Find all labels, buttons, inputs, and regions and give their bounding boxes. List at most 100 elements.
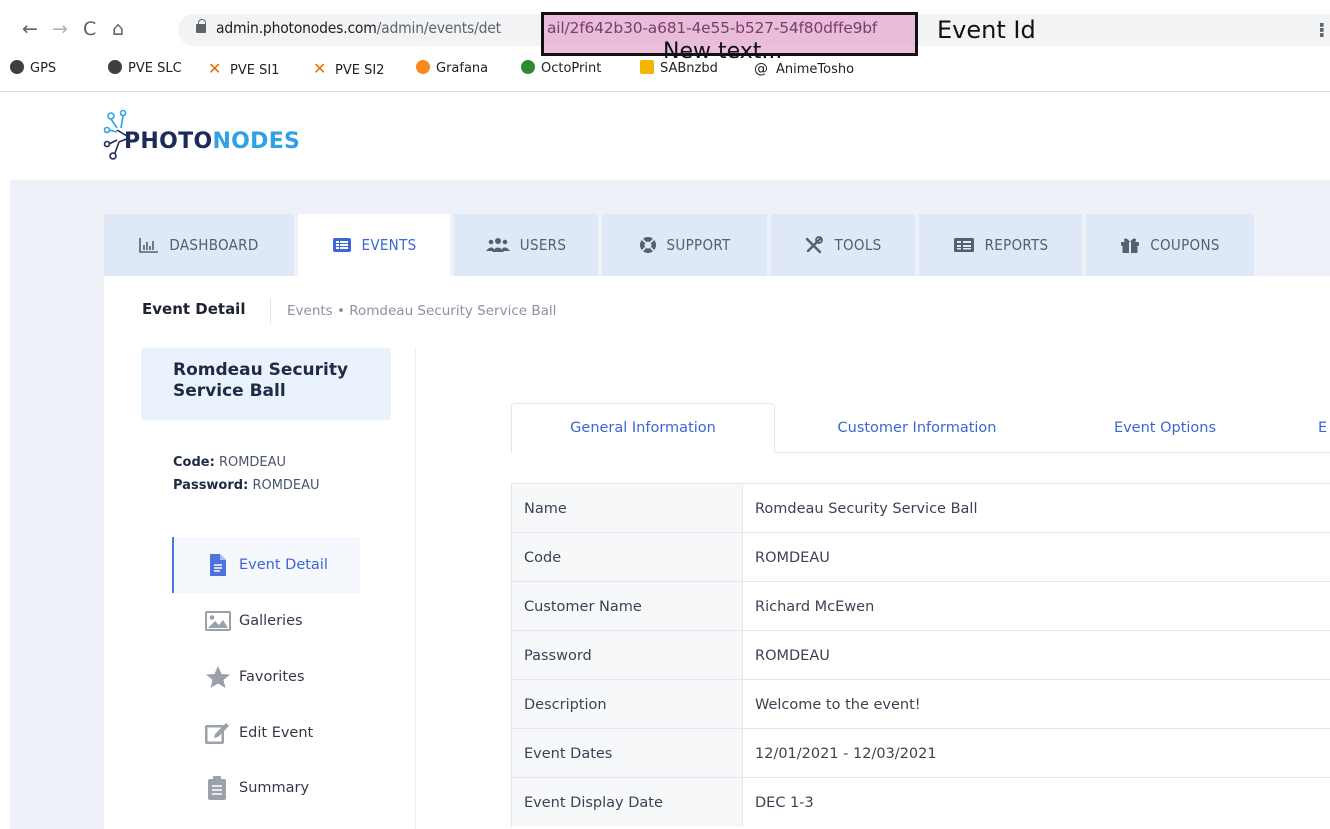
proxmox-icon: ✕ (208, 59, 222, 78)
tab-users[interactable]: USERS (454, 214, 598, 276)
bookmark-label: PVE SI1 (230, 63, 280, 78)
octoprint-icon (521, 60, 535, 74)
sidebar-item-summary[interactable]: Summary (205, 774, 309, 802)
sidebar-item-label: Edit Event (239, 725, 314, 741)
image-icon (205, 611, 231, 631)
bookmark-pve-slc[interactable]: PVE SLC (108, 58, 182, 82)
row-value: Welcome to the event! (755, 696, 921, 713)
bookmark-label: OctoPrint (541, 61, 602, 76)
row-value: DEC 1-3 (755, 794, 814, 811)
bookmark-label: PVE SI2 (335, 63, 385, 78)
proxmox-icon: ✕ (313, 59, 327, 78)
tab-event-options[interactable]: Event Options (1080, 403, 1250, 453)
bookmark-label: AnimeTosho (776, 62, 855, 77)
tab-customer-information[interactable]: Customer Information (795, 403, 1039, 453)
back-arrow-icon[interactable]: ← (22, 18, 38, 40)
tab-label: DASHBOARD (169, 236, 259, 254)
users-icon (485, 238, 510, 252)
at-icon: @ (754, 61, 768, 77)
tab-label: USERS (519, 236, 567, 254)
bookmark-pve-si2[interactable]: ✕ PVE SI2 (313, 58, 384, 82)
annotation-label: Event Id (937, 16, 1036, 44)
sidebar-item-label: Event Detail (239, 557, 328, 573)
url-event-id: ail/2f642b30-a681-4e55-b527-54f80dffe9bf (547, 19, 878, 37)
table-row: Description Welcome to the event! (511, 679, 1330, 729)
report-icon (953, 238, 974, 252)
sidebar-item-event-detail[interactable]: Event Detail (205, 551, 328, 579)
row-key: Code (511, 533, 743, 582)
home-icon[interactable]: ⌂ (112, 18, 124, 40)
event-password: Password: ROMDEAU (173, 478, 320, 493)
bookmark-pve-si1[interactable]: ✕ PVE SI1 (208, 58, 279, 82)
bookmark-gps[interactable]: GPS (10, 58, 56, 82)
tab-truncated[interactable]: E (1318, 403, 1330, 453)
bookmark-sabnzbd[interactable]: SABnzbd (640, 58, 718, 82)
row-key: Description (511, 680, 743, 729)
event-code: Code: ROMDEAU (173, 455, 286, 470)
sidebar-item-label: Galleries (239, 613, 303, 629)
sidebar-item-favorites[interactable]: Favorites (205, 663, 305, 691)
sidebar-item-edit-event[interactable]: Edit Event (205, 719, 313, 747)
table-row: Password ROMDEAU (511, 630, 1330, 680)
chart-icon (139, 238, 159, 253)
bookmark-animetosho[interactable]: @ AnimeTosho (754, 58, 854, 82)
gift-icon (1121, 238, 1140, 253)
document-icon (210, 554, 226, 576)
row-key: Event Dates (511, 729, 743, 778)
edit-icon (205, 723, 229, 744)
row-value: ROMDEAU (755, 549, 830, 566)
globe-icon (10, 60, 24, 74)
lock-icon (196, 19, 206, 33)
tab-dashboard[interactable]: DASHBOARD (104, 214, 294, 276)
reload-icon[interactable]: C (83, 18, 96, 40)
url-path: /admin/events/det (376, 19, 501, 37)
row-key: Password (511, 631, 743, 680)
tab-label: TOOLS (834, 236, 882, 254)
tab-reports[interactable]: REPORTS (919, 214, 1082, 276)
tab-label: Customer Information (837, 420, 997, 436)
tab-tools[interactable]: TOOLS (771, 214, 915, 276)
sidebar-item-galleries[interactable]: Galleries (205, 607, 303, 635)
brand-part-1: PHOTO (124, 129, 213, 154)
sidebar-item-label: Summary (239, 780, 310, 796)
table-row: Event Display Date DEC 1-3 (511, 777, 1330, 827)
brand-logo-text[interactable]: PHOTONODES (124, 129, 300, 154)
page-title: Event Detail (142, 300, 246, 318)
table-row: Event Dates 12/01/2021 - 12/03/2021 (511, 728, 1330, 778)
tab-events[interactable]: EVENTS (298, 214, 450, 276)
tab-label: General Information (570, 420, 716, 436)
bookmark-label: PVE SLC (128, 61, 182, 76)
table-row: Code ROMDEAU (511, 532, 1330, 582)
event-name: Romdeau Security Service Ball (173, 360, 349, 401)
brand-part-2: NODES (212, 129, 301, 154)
row-value: Richard McEwen (755, 598, 875, 615)
url-text[interactable]: admin.photonodes.com/admin/events/det (216, 19, 501, 37)
bookmark-octoprint[interactable]: OctoPrint (521, 58, 601, 82)
forward-arrow-icon[interactable]: → (52, 18, 68, 40)
url-host: admin.photonodes.com (216, 19, 377, 37)
lifebuoy-icon (639, 237, 656, 253)
tab-support[interactable]: SUPPORT (602, 214, 767, 276)
code-label: Code: (173, 455, 215, 470)
bookmark-label: GPS (30, 61, 57, 76)
table-row: Customer Name Richard McEwen (511, 581, 1330, 631)
list-icon (332, 238, 351, 252)
globe-icon (108, 60, 122, 74)
row-key: Customer Name (511, 582, 743, 631)
row-key: Event Display Date (511, 778, 743, 827)
tab-label: E (1318, 420, 1328, 436)
code-value: ROMDEAU (218, 455, 287, 470)
tab-label: EVENTS (361, 236, 417, 254)
password-label: Password: (173, 478, 249, 493)
row-key: Name (511, 484, 743, 533)
password-value: ROMDEAU (252, 478, 320, 493)
tab-coupons[interactable]: COUPONS (1086, 214, 1254, 276)
tools-icon (806, 236, 824, 254)
bookmark-grafana[interactable]: Grafana (416, 58, 488, 82)
menu-icon[interactable]: ⁝ (1318, 18, 1326, 42)
bookmark-label: Grafana (436, 61, 489, 76)
bookmark-label: SABnzbd (660, 61, 718, 76)
tab-label: Event Options (1113, 420, 1217, 436)
bookmarks-bar: GPS PVE SLC ✕ PVE SI1 ✕ PVE SI2 Grafana Oc… (0, 58, 1330, 82)
tab-general-information[interactable]: General Information (511, 403, 775, 453)
